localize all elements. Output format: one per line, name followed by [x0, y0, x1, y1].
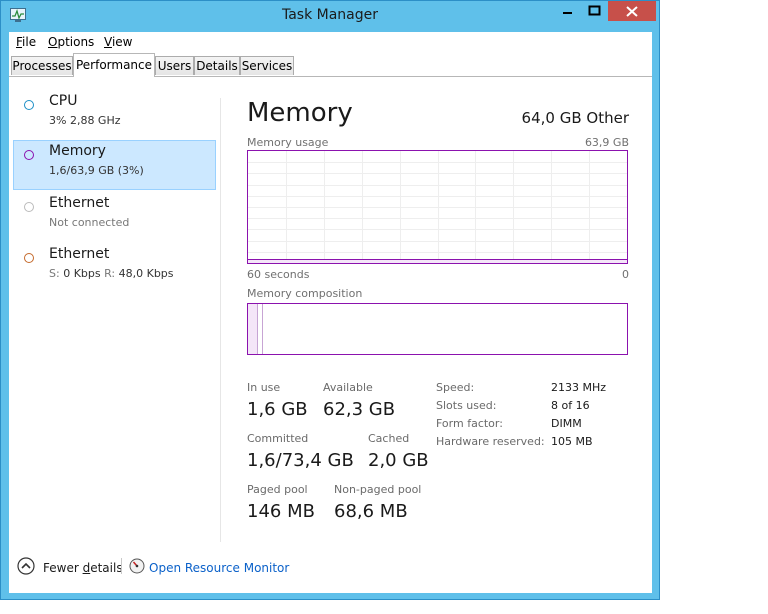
open-resource-monitor-link[interactable]: Open Resource Monitor	[149, 561, 289, 575]
cpu-indicator-icon	[24, 100, 34, 110]
sidebar-item-title: Ethernet	[49, 246, 110, 262]
non-paged-pool-label: Non-paged pool	[334, 483, 422, 496]
sidebar-item-cpu[interactable]: CPU 3% 2,88 GHz	[13, 90, 216, 140]
fewer-details-text-pre: Fewer	[43, 561, 83, 575]
slots-used-label: Slots used:	[436, 399, 497, 412]
footer-separator	[121, 558, 122, 574]
non-paged-pool-value: 68,6 MB	[334, 501, 408, 522]
graph-gridline-vertical	[513, 151, 514, 263]
menu-file-label: ile	[22, 35, 37, 49]
speed-label: Speed:	[436, 381, 475, 394]
composition-modified-segment[interactable]	[258, 304, 263, 354]
pane-divider[interactable]	[220, 98, 221, 542]
fewer-details-button[interactable]: Fewer details	[43, 561, 123, 575]
tab-performance[interactable]: Performance	[73, 53, 155, 77]
graph-gridline-vertical	[589, 151, 590, 263]
memory-usage-max: 63,9 GB	[584, 136, 629, 149]
title-bar[interactable]: Task Manager	[1, 1, 659, 32]
tab-strip: Processes Performance Users Details Serv…	[9, 52, 652, 77]
receive-value: 48,0 Kbps	[118, 267, 174, 280]
menu-bar: File Options View	[9, 32, 652, 52]
tab-processes[interactable]: Processes	[11, 56, 73, 75]
minimize-button[interactable]	[554, 1, 581, 21]
in-use-value: 1,6 GB	[247, 399, 308, 420]
close-button[interactable]	[608, 1, 656, 21]
composition-in-use-segment[interactable]	[248, 304, 258, 354]
minimize-icon	[563, 12, 572, 14]
send-label: S:	[49, 267, 60, 280]
graph-gridline-vertical	[400, 151, 401, 263]
sidebar-item-ethernet-2[interactable]: Ethernet S: 0 Kbps R: 48,0 Kbps	[13, 243, 216, 293]
task-manager-window: Task Manager File Options View Processes…	[0, 0, 660, 600]
memory-composition-label: Memory composition	[247, 287, 363, 300]
memory-usage-label: Memory usage	[247, 136, 329, 149]
sidebar-item-ethernet-1[interactable]: Ethernet Not connected	[13, 192, 216, 242]
memory-indicator-icon	[24, 150, 34, 160]
paged-pool-value: 146 MB	[247, 501, 315, 522]
sidebar-item-subtitle: S: 0 Kbps R: 48,0 Kbps	[49, 267, 174, 280]
sidebar-item-title: Ethernet	[49, 195, 110, 211]
maximize-button[interactable]	[581, 1, 608, 21]
graph-gridline-vertical	[438, 151, 439, 263]
menu-options-label: ptions	[57, 35, 95, 49]
ethernet-indicator-icon	[24, 253, 34, 263]
sidebar-item-memory[interactable]: Memory 1,6/63,9 GB (3%)	[13, 140, 216, 190]
menu-view-accel: V	[104, 35, 112, 49]
sidebar-item-subtitle: 1,6/63,9 GB (3%)	[49, 164, 144, 177]
menu-options[interactable]: Options	[48, 35, 94, 49]
graph-gridline-vertical	[324, 151, 325, 263]
sidebar-item-subtitle: Not connected	[49, 216, 130, 229]
close-icon	[626, 6, 638, 17]
form-factor-value: DIMM	[551, 417, 582, 430]
memory-usage-fill	[248, 259, 627, 263]
hardware-reserved-label: Hardware reserved:	[436, 435, 545, 448]
graph-gridline-vertical	[362, 151, 363, 263]
graph-axis-right-label: 0	[622, 268, 629, 281]
sidebar-item-title: CPU	[49, 93, 78, 109]
paged-pool-label: Paged pool	[247, 483, 308, 496]
in-use-label: In use	[247, 381, 281, 394]
committed-label: Committed	[247, 432, 309, 445]
graph-gridline-vertical	[286, 151, 287, 263]
slots-used-value: 8 of 16	[551, 399, 590, 412]
speed-value: 2133 MHz	[551, 381, 607, 394]
cached-value: 2,0 GB	[368, 450, 429, 471]
graph-gridline-vertical	[475, 151, 476, 263]
chevron-up-circle-icon[interactable]	[17, 557, 35, 575]
cached-label: Cached	[368, 432, 410, 445]
receive-label: R:	[104, 267, 116, 280]
graph-axis-left-label: 60 seconds	[247, 268, 310, 281]
page-title: Memory	[247, 98, 353, 128]
fewer-details-text-post: etails	[90, 561, 123, 575]
sidebar-item-title: Memory	[49, 143, 106, 159]
resource-monitor-icon	[129, 558, 145, 574]
form-factor-label: Form factor:	[436, 417, 503, 430]
graph-gridline-vertical	[551, 151, 552, 263]
tab-details[interactable]: Details	[194, 56, 240, 75]
sidebar-item-subtitle: 3% 2,88 GHz	[49, 114, 121, 127]
committed-value: 1,6/73,4 GB	[247, 450, 354, 471]
available-value: 62,3 GB	[323, 399, 396, 420]
memory-composition-bar[interactable]	[247, 303, 628, 355]
menu-file[interactable]: File	[16, 35, 36, 49]
ethernet-indicator-icon	[24, 202, 34, 212]
tab-services[interactable]: Services	[240, 56, 294, 75]
memory-usage-graph[interactable]	[247, 150, 628, 264]
menu-view[interactable]: View	[104, 35, 132, 49]
hardware-reserved-value: 105 MB	[551, 435, 593, 448]
send-value: 0 Kbps	[63, 267, 101, 280]
client-area: File Options View Processes Performance …	[9, 32, 652, 593]
memory-total-label: 64,0 GB Other	[521, 109, 629, 127]
maximize-icon	[588, 5, 601, 16]
tab-users[interactable]: Users	[155, 56, 194, 75]
available-label: Available	[323, 381, 373, 394]
menu-view-label: iew	[111, 35, 133, 49]
